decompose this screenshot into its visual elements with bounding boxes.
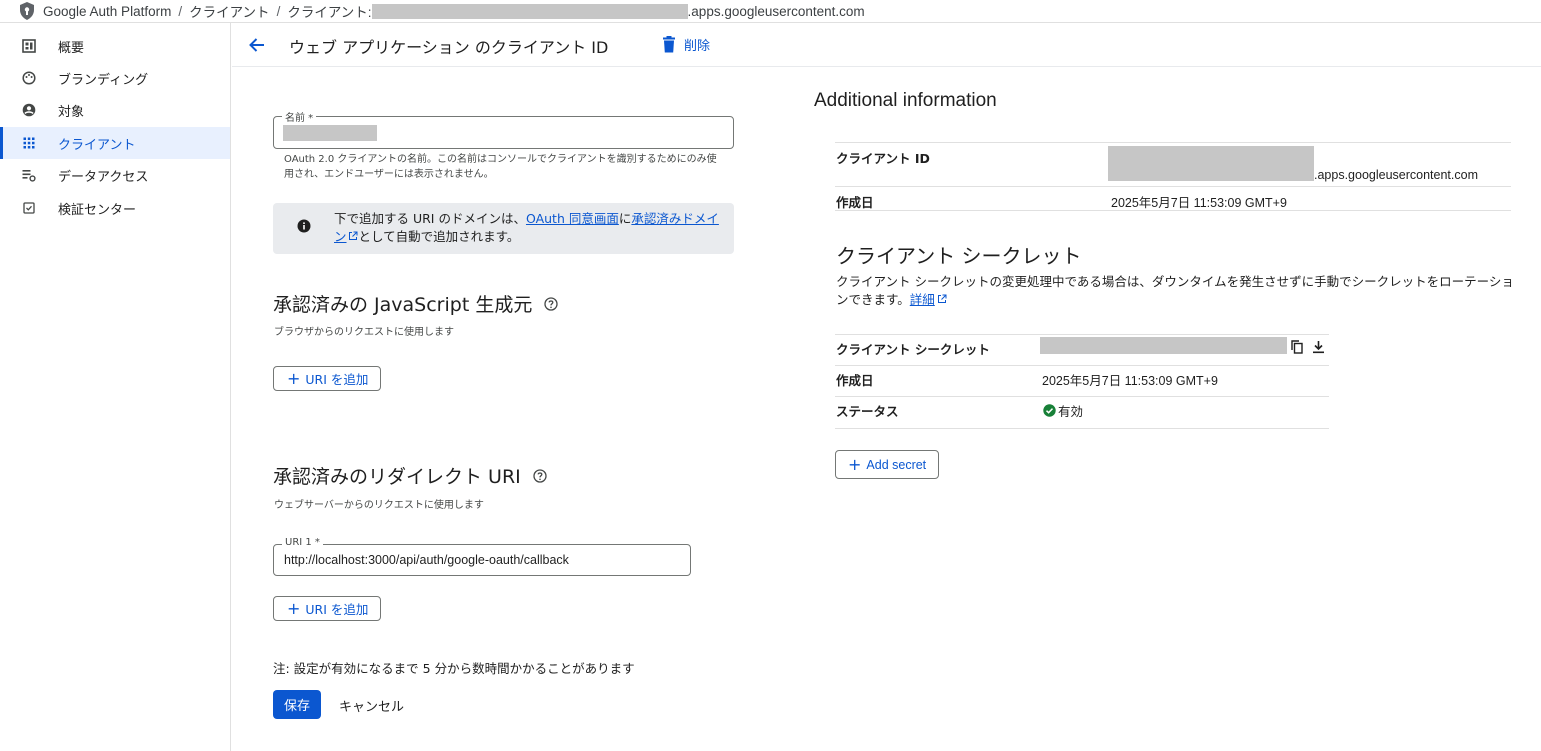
client-id-suffix: .apps.googleusercontent.com xyxy=(1314,168,1478,182)
plus-icon: + xyxy=(287,368,301,388)
add-js-origin-button[interactable]: + URI を追加 xyxy=(273,366,382,391)
external-link-icon xyxy=(937,294,947,303)
name-field-label: 名前 * xyxy=(282,109,317,124)
breadcrumb-separator: / xyxy=(178,3,183,19)
divider xyxy=(835,186,1511,187)
redacted-client-id xyxy=(371,3,688,19)
save-button[interactable]: 保存 xyxy=(273,690,321,719)
data-settings-icon xyxy=(22,170,36,182)
add-secret-button[interactable]: + Add secret xyxy=(835,450,940,479)
status-label: ステータス xyxy=(836,404,899,419)
breadcrumb-separator: / xyxy=(276,3,281,19)
add-redirect-uri-button[interactable]: + URI を追加 xyxy=(273,596,382,621)
redirect-uris-title: 承認済みのリダイレクト URI xyxy=(273,466,521,488)
sidebar: 概要 ブランディング 対象 クライアント データアクセス 検証センター xyxy=(0,23,231,751)
js-origins-title: 承認済みの JavaScript 生成元 xyxy=(273,294,533,316)
created-label: 作成日 xyxy=(836,195,874,210)
add-secret-label: Add secret xyxy=(866,457,927,472)
redacted-name-value xyxy=(283,125,377,141)
copy-icon[interactable] xyxy=(1291,340,1303,354)
oauth-consent-link[interactable]: OAuth 同意画面 xyxy=(526,211,619,226)
breadcrumb-client-suffix: .apps.googleusercontent.com xyxy=(687,3,865,19)
page-header: ウェブ アプリケーション のクライアント ID 削除 xyxy=(232,23,1541,67)
status-badge: 有効 xyxy=(1043,401,1083,420)
sidebar-item-overview[interactable]: 概要 xyxy=(0,30,230,62)
plus-icon: + xyxy=(287,598,301,618)
name-field[interactable]: 名前 * xyxy=(273,109,734,149)
divider xyxy=(835,365,1329,366)
divider xyxy=(835,334,1329,335)
divider xyxy=(835,428,1329,429)
redirect-uris-subtitle: ウェブサーバーからのリクエストに使用します xyxy=(274,500,484,511)
cancel-button[interactable]: キャンセル xyxy=(339,696,404,715)
sidebar-item-audience[interactable]: 対象 xyxy=(0,94,230,126)
info-text: として自動で追加されます。 xyxy=(358,229,520,244)
sidebar-item-clients[interactable]: クライアント xyxy=(0,127,230,159)
sidebar-item-label: 対象 xyxy=(58,104,85,120)
sidebar-item-label: ブランディング xyxy=(58,72,149,88)
back-arrow-icon[interactable] xyxy=(246,34,268,56)
redirect-uris-section: 承認済みのリダイレクト URI xyxy=(273,462,547,489)
uri-1-value: http://localhost:3000/api/auth/google-oa… xyxy=(284,553,569,567)
additional-info-title: Additional information xyxy=(814,90,997,111)
redacted-client-secret xyxy=(1040,337,1287,354)
breadcrumb-app[interactable]: Google Auth Platform xyxy=(43,4,171,19)
client-secret-label: クライアント シークレット xyxy=(836,342,990,357)
breadcrumb: Google Auth Platform / クライアント / クライアント: … xyxy=(0,0,1541,23)
uri-1-label: URI 1 * xyxy=(282,537,323,548)
apps-grid-icon xyxy=(23,137,35,149)
secret-created-value: 2025年5月7日 11:53:09 GMT+9 xyxy=(1042,374,1218,388)
download-icon[interactable] xyxy=(1312,340,1325,354)
breadcrumb-clients[interactable]: クライアント xyxy=(189,1,269,21)
info-text: 下で追加する URI のドメインは、 xyxy=(334,211,526,226)
client-secret-title: クライアント シークレット xyxy=(836,244,1082,268)
sidebar-item-label: 検証センター xyxy=(58,202,137,218)
learn-more-link[interactable]: 詳細 xyxy=(910,292,935,307)
plus-icon: + xyxy=(848,454,862,474)
shield-icon xyxy=(20,2,34,20)
palette-icon xyxy=(22,71,36,85)
secret-created-label: 作成日 xyxy=(836,373,874,388)
sidebar-item-data-access[interactable]: データアクセス xyxy=(0,159,230,191)
check-circle-icon xyxy=(1043,404,1056,417)
account-circle-icon xyxy=(22,103,36,117)
js-origins-subtitle: ブラウザからのリクエストに使用します xyxy=(274,327,454,338)
client-id-label: クライアント ID xyxy=(836,151,930,166)
delete-button[interactable]: 削除 xyxy=(662,35,710,54)
add-uri-label: URI を追加 xyxy=(305,602,369,617)
help-icon[interactable] xyxy=(544,296,558,311)
redacted-client-id xyxy=(1108,146,1314,181)
status-value: 有効 xyxy=(1058,404,1084,419)
redirect-uri-1-field[interactable]: URI 1 * http://localhost:3000/api/auth/g… xyxy=(273,537,691,576)
sidebar-item-label: クライアント xyxy=(58,137,136,153)
domain-info-banner: 下で追加する URI のドメインは、OAuth 同意画面に承認済みドメイン として… xyxy=(273,203,734,254)
add-uri-label: URI を追加 xyxy=(305,372,369,387)
name-helper-text: OAuth 2.0 クライアントの名前。この名前はコンソールでクライアントを識別… xyxy=(284,154,717,180)
propagation-note: 注: 設定が有効になるまで 5 分から数時間かかることがあります xyxy=(273,661,635,676)
divider xyxy=(835,142,1511,143)
checkbox-icon xyxy=(23,202,35,214)
sidebar-item-verification[interactable]: 検証センター xyxy=(0,192,230,224)
help-icon[interactable] xyxy=(533,468,547,483)
js-origins-section: 承認済みの JavaScript 生成元 xyxy=(273,290,558,317)
created-value: 2025年5月7日 11:53:09 GMT+9 xyxy=(1111,196,1287,210)
client-secret-description: クライアント シークレットの変更処理中である場合は、ダウンタイムを発生させずに手… xyxy=(836,273,1516,309)
external-link-icon xyxy=(348,231,358,240)
info-icon xyxy=(297,219,311,233)
divider xyxy=(835,396,1329,397)
delete-label: 削除 xyxy=(684,39,711,54)
sidebar-item-label: 概要 xyxy=(58,40,85,56)
divider xyxy=(835,210,1511,211)
info-text: に xyxy=(618,211,632,226)
dashboard-icon xyxy=(22,39,36,53)
breadcrumb-client-prefix: クライアント: xyxy=(287,5,372,20)
sidebar-item-label: データアクセス xyxy=(58,169,149,185)
trash-icon xyxy=(663,36,675,53)
page-title: ウェブ アプリケーション のクライアント ID xyxy=(289,38,609,57)
sidebar-item-branding[interactable]: ブランディング xyxy=(0,62,230,94)
